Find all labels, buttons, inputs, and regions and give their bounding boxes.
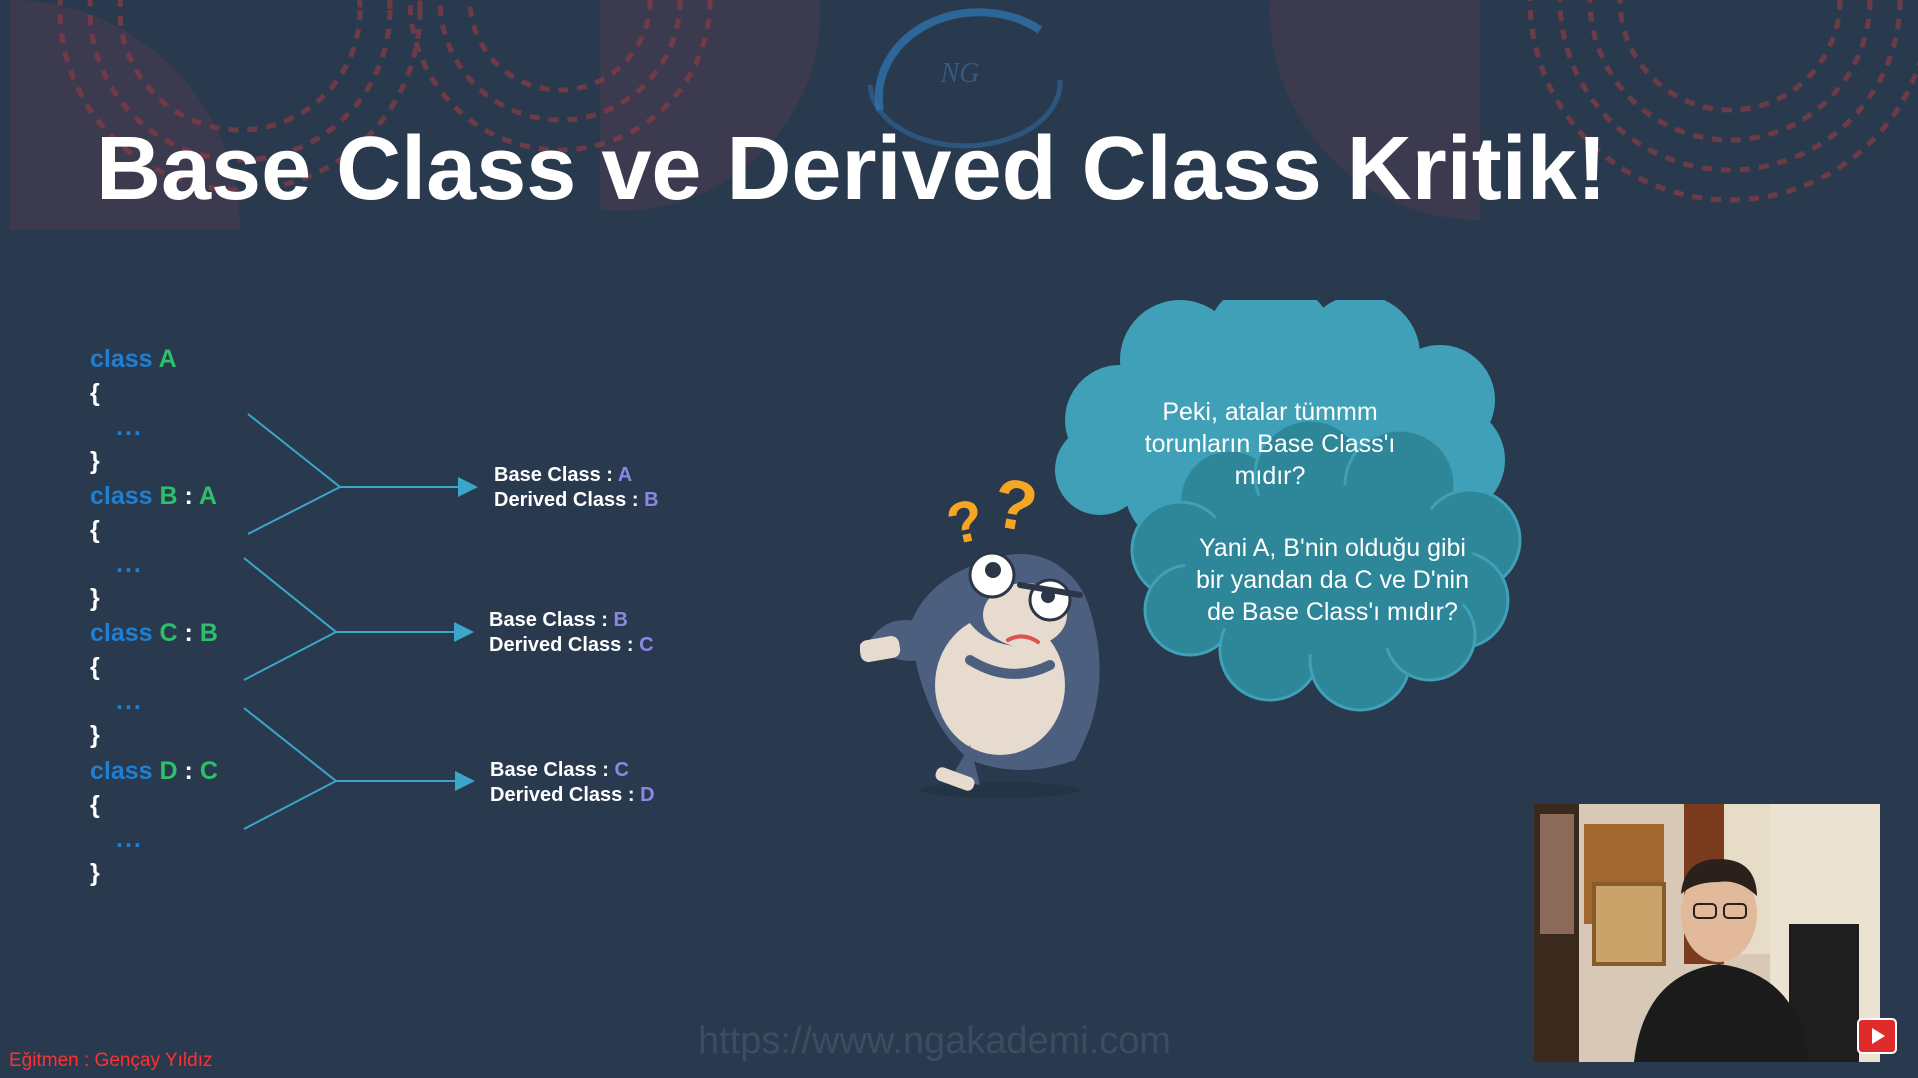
derived-class-label: Derived Class : xyxy=(490,784,635,806)
arrow-b-c xyxy=(243,557,472,681)
ellipsis: ... xyxy=(116,825,143,853)
base-class-label: Base Class : xyxy=(490,759,609,781)
open-brace: { xyxy=(90,379,100,407)
youtube-play-icon[interactable] xyxy=(1857,1018,1897,1054)
class-name: B xyxy=(159,482,178,510)
arrow-c-d xyxy=(243,707,473,830)
open-brace: { xyxy=(90,653,100,681)
class-keyword: class xyxy=(90,345,153,373)
inherit-colon: : xyxy=(184,757,193,785)
instructor-video-frame xyxy=(1534,804,1880,1062)
open-brace: { xyxy=(90,516,100,544)
code-block-class-b: class B : A { ... } xyxy=(90,479,230,615)
code-block-class-c: class C : B { ... } xyxy=(90,616,230,752)
close-brace: } xyxy=(90,859,100,887)
website-url-watermark: https://www.ngakademi.com xyxy=(698,1020,1172,1062)
class-keyword: class xyxy=(90,757,153,785)
ellipsis: ... xyxy=(116,687,143,715)
base-class-value: A xyxy=(617,464,633,486)
class-name: D xyxy=(159,757,178,785)
code-block-class-d: class D : C { ... } xyxy=(90,754,230,890)
relation-b-c: Base Class : B Derived Class : C xyxy=(489,608,654,658)
base-class-value: B xyxy=(613,609,628,631)
derived-class-value: D xyxy=(640,784,655,806)
inherit-colon: : xyxy=(184,619,193,647)
derived-class-label: Derived Class : xyxy=(494,489,639,511)
close-brace: } xyxy=(90,447,100,475)
parent-class-name: B xyxy=(199,619,218,647)
inherit-colon: : xyxy=(184,482,193,510)
instructor-webcam-video[interactable] xyxy=(1534,804,1880,1062)
instructor-credit: Eğitmen : Gençay Yıldız xyxy=(9,1050,213,1071)
class-keyword: class xyxy=(90,482,153,510)
thought-clouds xyxy=(1055,300,1522,712)
derived-class-value: C xyxy=(639,634,654,656)
svg-text:NG: NG xyxy=(940,58,980,89)
class-name: C xyxy=(159,619,178,647)
derived-class-value: B xyxy=(644,489,659,511)
base-class-label: Base Class : xyxy=(489,609,608,631)
slide-title: Base Class ve Derived Class Kritik! xyxy=(96,119,1607,219)
base-class-label: Base Class : xyxy=(494,464,613,486)
ellipsis: ... xyxy=(116,550,143,578)
open-brace: { xyxy=(90,791,100,819)
question-bubble-1: Peki, atalar tümmm torunların Base Class… xyxy=(1144,398,1396,490)
arrow-a-b xyxy=(247,413,476,535)
question-bubble-2: Yani A, B'nin olduğu gibi bir yandan da … xyxy=(1196,534,1469,626)
svg-text:?: ? xyxy=(941,487,989,558)
derived-class-label: Derived Class : xyxy=(489,634,634,656)
parent-class-name: A xyxy=(198,482,217,510)
close-brace: } xyxy=(90,584,100,612)
relation-c-d: Base Class : C Derived Class : D xyxy=(490,758,655,808)
class-keyword: class xyxy=(90,619,153,647)
relation-a-b: Base Class : A Derived Class : B xyxy=(494,463,659,513)
parent-class-name: C xyxy=(199,757,218,785)
class-name: A xyxy=(158,345,177,373)
code-block-class-a: class A { ... } xyxy=(90,342,230,478)
base-class-value: C xyxy=(614,759,629,781)
ellipsis: ... xyxy=(116,413,143,441)
close-brace: } xyxy=(90,721,100,749)
